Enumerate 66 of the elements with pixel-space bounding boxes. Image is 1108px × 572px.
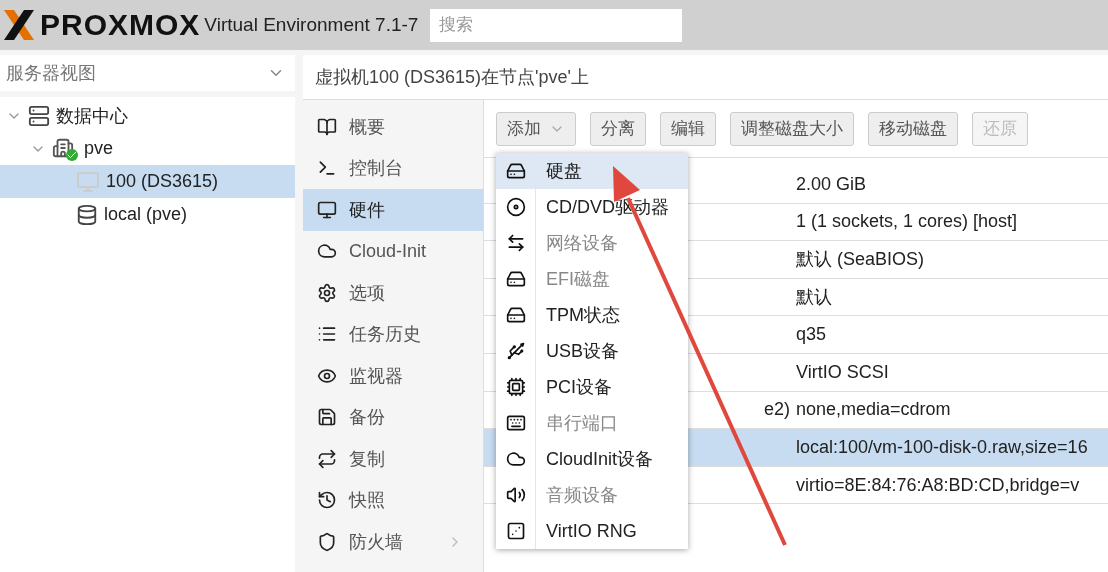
toolbar-button[interactable]: 调整磁盘大小 [730, 111, 854, 146]
speaker-icon [505, 485, 526, 505]
table-cell: q35 [796, 324, 827, 346]
database-icon [76, 203, 98, 226]
logo-icon [2, 8, 36, 42]
table-cell: VirtIO SCSI [796, 361, 889, 383]
tree-label: 数据中心 [56, 104, 128, 128]
nav-item[interactable]: 选项 [303, 272, 483, 314]
toolbar-button[interactable]: 添加 [496, 111, 576, 146]
table-cell: none,media=cdrom [796, 399, 951, 421]
nav-item[interactable]: 硬件 [303, 189, 483, 231]
view-selector[interactable]: 服务器视图 [0, 55, 295, 91]
cloud-icon [505, 449, 526, 469]
tree-label: local (pve) [104, 204, 188, 225]
table-cell: 2.00 GiB [796, 173, 867, 195]
table-cell: 1 (1 sockets, 1 cores) [host] [796, 211, 1018, 233]
hard-drive-icon [505, 269, 526, 289]
monitor-icon [76, 169, 100, 194]
toolbar-button[interactable]: 分离 [590, 111, 646, 146]
panel-title: 虚拟机100 (DS3615)在节点'pve'上 [303, 55, 1108, 100]
repeat-icon [317, 448, 337, 469]
server-check-icon [52, 136, 78, 161]
nav-item[interactable]: 控制台 [303, 147, 483, 189]
hard-drive-icon [505, 305, 526, 325]
table-cell-text: 默认 [796, 286, 832, 310]
nav-item[interactable]: 概要 [303, 106, 483, 148]
version-label: Virtual Environment 7.1-7 [204, 14, 419, 36]
history-icon [317, 490, 337, 511]
usb-icon [505, 341, 526, 361]
toolbar-button[interactable]: 移动磁盘 [868, 111, 958, 146]
tree-item[interactable]: 100 (DS3615) [0, 165, 295, 198]
hard-drive-icon [505, 161, 526, 181]
dice-icon [505, 521, 526, 541]
server-icon [28, 104, 50, 127]
table-cell-text: 默认 (SeaBIOS) [796, 248, 925, 272]
nav-item[interactable]: 监视器 [303, 355, 483, 397]
tree-label: 100 (DS3615) [106, 171, 219, 192]
keyboard-icon [505, 413, 526, 433]
disc-icon [505, 197, 526, 217]
menu-item[interactable]: PCI设备 [496, 369, 688, 405]
tree-item[interactable]: local (pve) [0, 198, 295, 231]
shield-icon [317, 531, 337, 552]
table-cell: local:100/vm-100-disk-0.raw,size=16 [796, 436, 1088, 458]
monitor-icon [317, 199, 337, 220]
menu-item[interactable]: 硬盘 [496, 153, 688, 189]
logo-text: PROXMOX [40, 8, 201, 42]
nav-item[interactable]: 备份 [303, 396, 483, 438]
table-cell: virtio=8E:84:76:A8:BD:CD,bridge=v [796, 474, 1080, 496]
tree-label: pve [84, 138, 114, 159]
toolbar-button[interactable]: 编辑 [660, 111, 716, 146]
nav-item[interactable]: 复制 [303, 438, 483, 480]
nav-item[interactable]: 快照 [303, 479, 483, 521]
tree-item[interactable]: pve [0, 132, 295, 165]
nav-item[interactable]: Cloud-Init [303, 230, 483, 272]
menu-item[interactable]: TPM状态 [496, 297, 688, 333]
menu-item[interactable]: VirtIO RNG [496, 513, 688, 549]
nav-item[interactable]: 防火墙 [303, 521, 483, 563]
chip-icon [505, 377, 526, 397]
search-field[interactable]: 搜索 [430, 8, 683, 42]
table-cell: e2) [764, 399, 790, 421]
tree-item[interactable]: 数据中心 [0, 99, 295, 132]
book-icon [317, 116, 337, 137]
menu-item[interactable]: USB设备 [496, 333, 688, 369]
settings-icon [317, 282, 337, 303]
menu-item[interactable]: CloudInit设备 [496, 441, 688, 477]
nav-item[interactable]: 任务历史 [303, 313, 483, 355]
